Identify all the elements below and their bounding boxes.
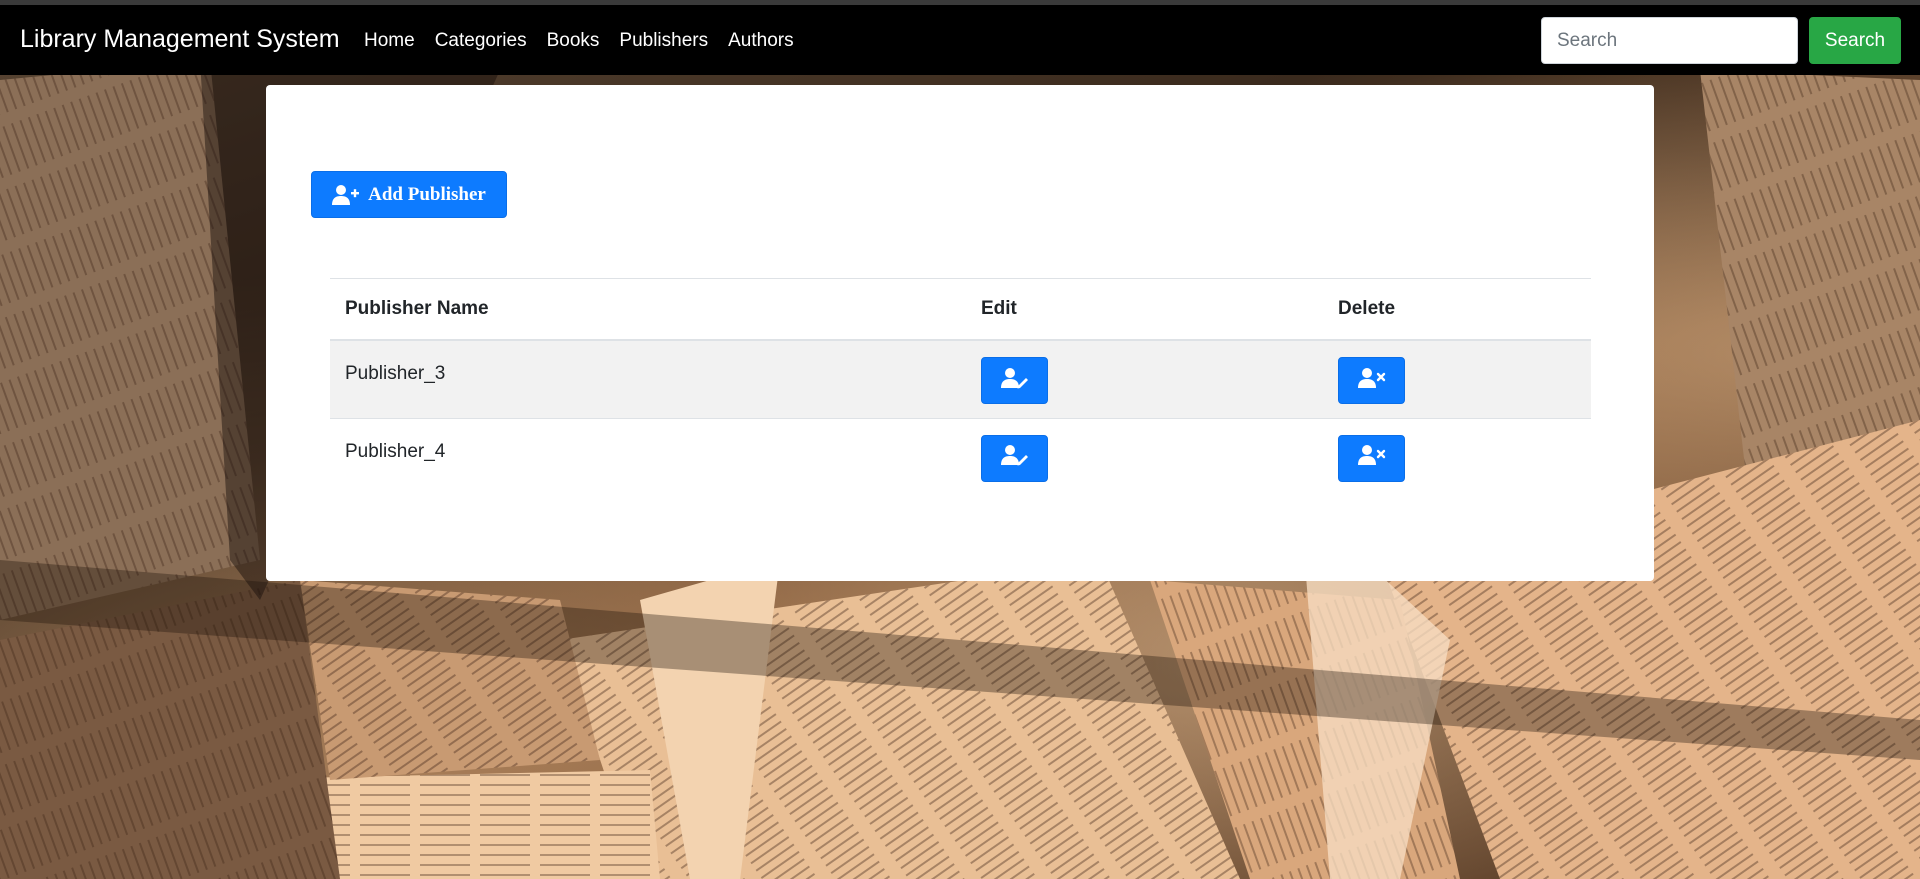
nav-link-categories[interactable]: Categories [435, 30, 527, 52]
delete-publisher-button[interactable] [1338, 434, 1405, 482]
delete-cell [1323, 340, 1591, 419]
add-publisher-label: Add Publisher [368, 183, 486, 205]
edit-publisher-button[interactable] [981, 357, 1048, 404]
table-row: Publisher_4 [330, 418, 1591, 496]
header-publisher-name: Publisher Name [330, 278, 966, 341]
nav-link-publishers[interactable]: Publishers [619, 30, 708, 52]
publisher-name-cell: Publisher_4 [345, 440, 446, 462]
publishers-table: Publisher Name Edit Delete Publisher_3 P… [330, 278, 1591, 496]
nav-link-books[interactable]: Books [547, 30, 600, 52]
header-edit: Edit [966, 278, 1323, 341]
header-delete: Delete [1323, 278, 1591, 341]
edit-publisher-button[interactable] [981, 434, 1048, 482]
nav-links: Home Categories Books Publishers Authors [364, 30, 814, 52]
table-header-row: Publisher Name Edit Delete [330, 278, 1591, 341]
search-input[interactable] [1541, 17, 1798, 64]
user-times-icon [1357, 367, 1386, 395]
top-navbar: Library Management System Home Categorie… [0, 0, 1920, 75]
nav-link-authors[interactable]: Authors [728, 30, 793, 52]
edit-cell [966, 340, 1323, 419]
delete-cell [1323, 418, 1591, 496]
user-edit-icon [1000, 367, 1029, 395]
nav-link-home[interactable]: Home [364, 30, 415, 52]
user-times-icon [1357, 444, 1386, 472]
table-row: Publisher_3 [330, 340, 1591, 419]
add-publisher-button[interactable]: Add Publisher [311, 171, 507, 218]
delete-publisher-button[interactable] [1338, 357, 1405, 404]
brand-title[interactable]: Library Management System [20, 25, 340, 54]
publishers-card: Add Publisher Publisher Name Edit Delete… [266, 85, 1654, 581]
user-edit-icon [1000, 444, 1029, 472]
publisher-name-cell: Publisher_3 [330, 340, 966, 419]
search-button[interactable]: Search [1809, 17, 1901, 64]
user-plus-icon [332, 184, 360, 206]
edit-cell [966, 418, 1323, 496]
